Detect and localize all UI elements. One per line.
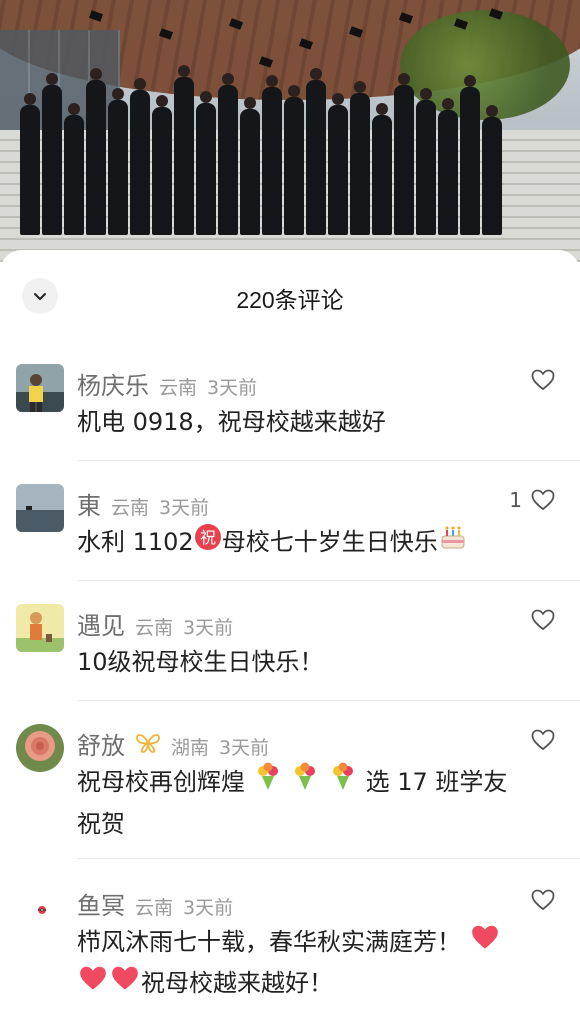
bouquet-emoji: [290, 762, 320, 804]
graduation-photo: [0, 0, 580, 262]
avatar[interactable]: [16, 364, 64, 412]
timestamp: 3天前: [207, 377, 258, 399]
timestamp: 3天前: [159, 497, 210, 519]
comments-sheet: 220条评论 杨庆乐 云南 3天前 机电 0918，祝母校越来越好 東 云南 3…: [0, 250, 580, 1012]
bouquet-emoji: [253, 762, 283, 804]
comment-text-part: 栉风沐雨七十载，春华秋实满庭芳！: [77, 928, 461, 956]
heart-outline-icon: [531, 489, 555, 511]
red-heart-emoji: [109, 964, 141, 1004]
divider: [77, 580, 580, 581]
comment-text-part: 母校七十岁生日快乐: [221, 528, 438, 556]
timestamp: 3天前: [183, 617, 234, 639]
comment-text[interactable]: 祝母校再创辉煌 选 17 班学友 祝贺: [77, 762, 557, 844]
location: 云南: [135, 897, 174, 919]
avatar[interactable]: [16, 484, 64, 532]
divider: [77, 700, 580, 701]
avatar[interactable]: [16, 604, 64, 652]
timestamp: 3天前: [183, 897, 234, 919]
bouquet-emoji: [328, 762, 358, 804]
butterfly-badge-icon: [135, 732, 161, 758]
username[interactable]: 遇见: [77, 606, 125, 641]
timestamp: 3天前: [219, 737, 270, 759]
divider: [77, 460, 580, 461]
heart-outline-icon: [531, 889, 555, 911]
username[interactable]: 杨庆乐: [77, 366, 149, 401]
heart-outline-icon: [531, 729, 555, 751]
avatar[interactable]: [16, 724, 64, 772]
comment-text[interactable]: 10级祝母校生日快乐！: [77, 642, 557, 682]
comment-count-title: 220条评论: [236, 287, 344, 313]
location: 云南: [135, 617, 174, 639]
thrown-caps: [0, 0, 580, 80]
avatar[interactable]: [16, 884, 64, 932]
comment-text[interactable]: 机电 0918，祝母校越来越好: [77, 402, 557, 442]
username[interactable]: 舒放: [77, 726, 125, 761]
birthday-cake-emoji: [438, 522, 468, 564]
svg-text:祝: 祝: [200, 528, 216, 547]
comment-text[interactable]: 水利 1102 祝母校七十岁生日快乐: [77, 522, 557, 564]
location: 云南: [111, 497, 150, 519]
red-heart-emoji: [77, 964, 109, 1004]
like-button[interactable]: [530, 368, 556, 392]
like-count: 1: [509, 488, 522, 512]
comment-text-part: 选 17 班学友: [365, 768, 508, 796]
comment-text-part: 祝母校再创辉煌: [77, 768, 245, 796]
zhu-emoji: 祝: [194, 523, 222, 563]
graduates-group: [20, 65, 530, 235]
heart-outline-icon: [531, 609, 555, 631]
comment-text-part: 祝母校越来越好！: [141, 969, 333, 997]
divider: [77, 858, 580, 859]
like-button[interactable]: [530, 888, 556, 912]
like-button[interactable]: [530, 608, 556, 632]
location: 湖南: [171, 737, 210, 759]
location: 云南: [159, 377, 198, 399]
comment-text-part: 水利 1102: [77, 528, 194, 556]
username[interactable]: 鱼冥: [77, 886, 125, 921]
username[interactable]: 東: [77, 486, 101, 521]
comment-text[interactable]: 栉风沐雨七十载，春华秋实满庭芳！ 祝母校越来越好！: [77, 922, 557, 1004]
like-button[interactable]: [530, 728, 556, 752]
like-button[interactable]: 1: [509, 488, 556, 512]
heart-outline-icon: [531, 369, 555, 391]
comment-text-part: 祝贺: [77, 810, 125, 838]
red-heart-emoji: [469, 923, 501, 963]
